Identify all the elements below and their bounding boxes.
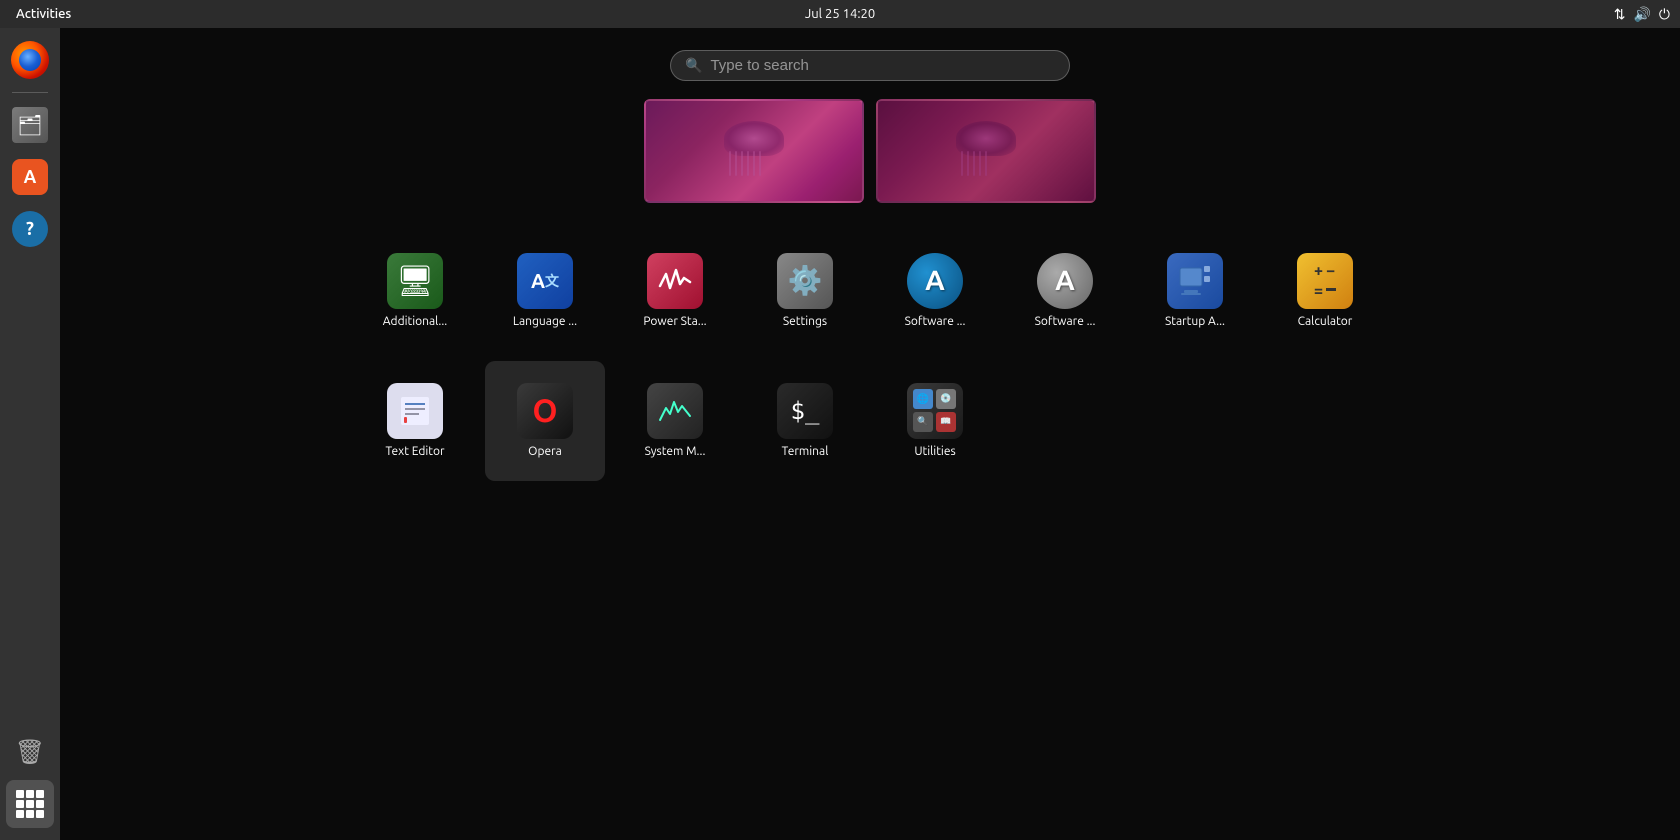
- utilities-label: Utilities: [914, 445, 955, 459]
- sidebar-item-help[interactable]: ?: [6, 205, 54, 253]
- power-stats-label: Power Sta...: [643, 315, 706, 329]
- app-terminal[interactable]: $_ Terminal: [745, 361, 865, 481]
- appstore-icon: A: [12, 159, 48, 195]
- volume-icon[interactable]: 🔊: [1633, 6, 1650, 23]
- app-language-support[interactable]: A文 Language ...: [485, 231, 605, 351]
- power-icon[interactable]: ⏻: [1659, 6, 1670, 23]
- main-content: 🔍: [60, 28, 1680, 840]
- app-power-stats[interactable]: Power Sta...: [615, 231, 735, 351]
- activities-button[interactable]: Activities: [10, 5, 77, 23]
- sidebar-divider-1: [12, 92, 48, 93]
- software-updater-icon: A: [907, 253, 963, 309]
- power-stats-icon: [647, 253, 703, 309]
- search-icon: 🔍: [685, 57, 702, 74]
- system-monitor-svg: [658, 394, 692, 428]
- app-opera[interactable]: O Opera: [485, 361, 605, 481]
- app-calculator[interactable]: + − = ▬ Calculator: [1265, 231, 1385, 351]
- calculator-icon: + − = ▬: [1297, 253, 1353, 309]
- terminal-label: Terminal: [782, 445, 829, 459]
- util-mini-2: 💿: [936, 389, 956, 409]
- trash-icon: 🗑: [12, 734, 48, 770]
- files-icon: 🗂: [12, 107, 48, 143]
- sidebar-item-firefox[interactable]: [6, 36, 54, 84]
- system-monitor-label: System M...: [645, 445, 706, 459]
- sidebar: 🗂 A ? 🗑: [0, 28, 60, 840]
- search-bar[interactable]: 🔍: [670, 50, 1070, 81]
- help-icon: ?: [12, 211, 48, 247]
- settings-icon: ⚙️: [777, 253, 833, 309]
- apps-row-2: Text Editor O Opera System M...: [355, 361, 1385, 481]
- settings-label: Settings: [783, 315, 827, 329]
- network-icon: ⇅: [1614, 6, 1626, 23]
- language-support-label: Language ...: [513, 315, 577, 329]
- system-monitor-icon: [647, 383, 703, 439]
- startup-svg: [1176, 262, 1214, 300]
- utilities-icon: 🌐 💿 🔍 📖: [907, 383, 963, 439]
- software-properties-label: Software ...: [1035, 315, 1096, 329]
- jellyfish-decoration-1: [714, 121, 794, 181]
- util-mini-3: 🔍: [913, 412, 933, 432]
- sidebar-item-appstore[interactable]: A: [6, 153, 54, 201]
- sidebar-item-trash[interactable]: 🗑: [6, 728, 54, 776]
- additional-drivers-label: Additional...: [383, 315, 447, 329]
- sidebar-item-files[interactable]: 🗂: [6, 101, 54, 149]
- calculator-label: Calculator: [1298, 315, 1353, 329]
- apps-row-1: 🖥 Additional... A文 Language ... Power St…: [355, 231, 1385, 351]
- show-apps-button[interactable]: [6, 780, 54, 828]
- opera-o-letter: O: [532, 393, 557, 429]
- software-updater-label: Software ...: [905, 315, 966, 329]
- topbar: Activities Jul 25 14:20 ⇅ 🔊 ⏻: [0, 0, 1680, 28]
- additional-drivers-icon: 🖥: [387, 253, 443, 309]
- apps-grid: 🖥 Additional... A文 Language ... Power St…: [355, 231, 1385, 481]
- app-settings[interactable]: ⚙️ Settings: [745, 231, 865, 351]
- util-mini-4: 📖: [936, 412, 956, 432]
- terminal-icon: $_: [777, 383, 833, 439]
- app-utilities[interactable]: 🌐 💿 🔍 📖 Utilities: [875, 361, 995, 481]
- calculator-display: + − = ▬: [1314, 262, 1336, 300]
- search-input[interactable]: [710, 57, 1055, 74]
- util-mini-1: 🌐: [913, 389, 933, 409]
- startup-label: Startup A...: [1165, 315, 1225, 329]
- language-support-icon: A文: [517, 253, 573, 309]
- clock: Jul 25 14:20: [805, 7, 875, 21]
- grid-dots-icon: [16, 790, 44, 818]
- firefox-icon: [11, 41, 49, 79]
- app-text-editor[interactable]: Text Editor: [355, 361, 475, 481]
- system-tray: ⇅ 🔊 ⏻: [1614, 6, 1670, 23]
- sidebar-bottom: 🗑: [6, 728, 54, 828]
- terminal-prompt-symbol: $_: [791, 397, 820, 425]
- app-software-updater[interactable]: A Software ...: [875, 231, 995, 351]
- app-additional-drivers[interactable]: 🖥 Additional...: [355, 231, 475, 351]
- app-system-monitor[interactable]: System M...: [615, 361, 735, 481]
- text-editor-icon: [387, 383, 443, 439]
- power-wave-svg: [658, 264, 692, 298]
- utilities-grid: 🌐 💿 🔍 📖: [913, 389, 957, 433]
- software-properties-letter: A: [1055, 265, 1075, 296]
- opera-icon: O: [517, 383, 573, 439]
- app-software-properties[interactable]: A Software ...: [1005, 231, 1125, 351]
- app-startup[interactable]: Startup A...: [1135, 231, 1255, 351]
- startup-icon: [1167, 253, 1223, 309]
- jellyfish-decoration-2: [946, 121, 1026, 181]
- window-thumb-2[interactable]: [876, 99, 1096, 203]
- text-editor-svg: [397, 393, 433, 429]
- window-thumb-1[interactable]: [644, 99, 864, 203]
- opera-label: Opera: [528, 445, 562, 459]
- windows-section: [644, 99, 1096, 203]
- text-editor-label: Text Editor: [385, 445, 444, 459]
- software-updater-letter: A: [925, 265, 945, 296]
- software-properties-icon: A: [1037, 253, 1093, 309]
